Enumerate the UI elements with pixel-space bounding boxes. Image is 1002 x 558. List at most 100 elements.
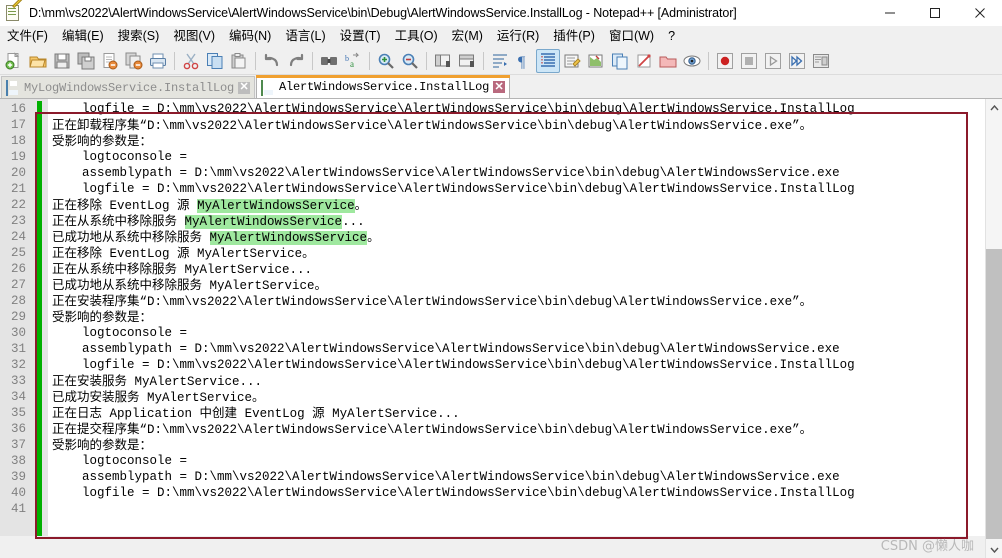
toolbar: b a ¶ <box>0 47 1002 75</box>
code-line[interactable]: logfile = D:\mm\vs2022\AlertWindowsServi… <box>48 357 1002 373</box>
code-line[interactable]: assemblypath = D:\mm\vs2022\AlertWindows… <box>48 469 1002 485</box>
sync-horizontal-scroll-icon[interactable] <box>455 49 479 73</box>
code-line[interactable]: 正在提交程序集“D:\mm\vs2022\AlertWindowsService… <box>48 421 1002 437</box>
menu-plugins[interactable]: 插件(P) <box>546 27 602 46</box>
record-macro-icon[interactable] <box>713 49 737 73</box>
show-all-characters-icon[interactable]: ¶ <box>512 49 536 73</box>
code-line[interactable]: 正在移除 EventLog 源 MyAlertWindowsService。 <box>48 197 1002 213</box>
code-line[interactable]: assemblypath = D:\mm\vs2022\AlertWindows… <box>48 341 1002 357</box>
code-line[interactable]: 已成功地从系统中移除服务 MyAlertService。 <box>48 277 1002 293</box>
code-line[interactable] <box>48 501 1002 517</box>
tab-bar: MyLogWindowsService.InstallLog ✕ AlertWind… <box>0 75 1002 98</box>
undo-icon[interactable] <box>260 49 284 73</box>
code-line[interactable]: assemblypath = D:\mm\vs2022\AlertWindows… <box>48 165 1002 181</box>
code-text-area[interactable]: logfile = D:\mm\vs2022\AlertWindowsServi… <box>48 99 1002 558</box>
zoom-out-icon[interactable] <box>398 49 422 73</box>
save-all-icon[interactable] <box>74 49 98 73</box>
code-line[interactable]: logfile = D:\mm\vs2022\AlertWindowsServi… <box>48 485 1002 501</box>
show-document-map-icon[interactable] <box>584 49 608 73</box>
stop-recording-icon[interactable] <box>737 49 761 73</box>
replace-icon[interactable]: ba <box>341 49 365 73</box>
code-line[interactable]: 正在安装服务 MyAlertService... <box>48 373 1002 389</box>
toolbar-separator <box>312 51 313 70</box>
code-line[interactable]: 受影响的参数是： <box>48 309 1002 325</box>
play-macro-icon[interactable] <box>761 49 785 73</box>
new-file-icon[interactable] <box>2 49 26 73</box>
zoom-in-icon[interactable] <box>374 49 398 73</box>
tab-active[interactable]: AlertWindowsService.InstallLog ✕ <box>256 75 511 98</box>
find-icon[interactable] <box>317 49 341 73</box>
bottom-strip <box>0 536 1002 558</box>
word-wrap-icon[interactable] <box>488 49 512 73</box>
menu-search[interactable]: 搜索(S) <box>111 27 167 46</box>
tab-inactive[interactable]: MyLogWindowsService.InstallLog ✕ <box>1 76 256 98</box>
scroll-down-arrow-icon[interactable] <box>986 541 1002 558</box>
code-line[interactable]: logtoconsole = <box>48 149 1002 165</box>
menu-macro[interactable]: 宏(M) <box>445 27 490 46</box>
copy-icon[interactable] <box>203 49 227 73</box>
scroll-up-arrow-icon[interactable] <box>986 99 1002 116</box>
maximize-button[interactable] <box>912 0 957 26</box>
code-line[interactable]: 正在移除 EventLog 源 MyAlertService。 <box>48 245 1002 261</box>
menu-run[interactable]: 运行(R) <box>490 27 546 46</box>
code-text: logfile = D:\mm\vs2022\AlertWindowsServi… <box>52 182 855 196</box>
code-text: 源 <box>177 197 190 212</box>
open-file-icon[interactable] <box>26 49 50 73</box>
menu-encoding[interactable]: 编码(N) <box>222 27 278 46</box>
paste-icon[interactable] <box>227 49 251 73</box>
save-icon[interactable] <box>50 49 74 73</box>
code-text: 正在日志 <box>52 405 103 420</box>
menu-language[interactable]: 语言(L) <box>278 27 332 46</box>
code-line[interactable]: logfile = D:\mm\vs2022\AlertWindowsServi… <box>48 181 1002 197</box>
monitoring-icon[interactable] <box>680 49 704 73</box>
menu-view[interactable]: 视图(V) <box>166 27 222 46</box>
cut-icon[interactable] <box>179 49 203 73</box>
run-icon[interactable] <box>809 49 833 73</box>
close-all-files-icon[interactable] <box>122 49 146 73</box>
code-line[interactable]: 已成功地从系统中移除服务 MyAlertWindowsService。 <box>48 229 1002 245</box>
editor-area[interactable]: 16 17 18 19 20 21 22 23 24 25 26 27 28 29 30 31 32 33 34 35… <box>0 98 1002 558</box>
code-line[interactable]: 正在日志 Application 中创建 EventLog 源 MyAlertS… <box>48 405 1002 421</box>
print-icon[interactable] <box>146 49 170 73</box>
code-line[interactable]: 受影响的参数是： <box>48 437 1002 453</box>
redo-icon[interactable] <box>284 49 308 73</box>
scrollbar-thumb[interactable] <box>986 249 1002 539</box>
close-button[interactable] <box>957 0 1002 26</box>
folder-as-workspace-icon[interactable] <box>656 49 680 73</box>
vertical-scrollbar[interactable] <box>985 99 1002 558</box>
menu-window[interactable]: 窗口(W) <box>602 27 661 46</box>
code-line[interactable]: 正在从系统中移除服务 MyAlertWindowsService... <box>48 213 1002 229</box>
close-file-icon[interactable] <box>98 49 122 73</box>
code-text: EventLog <box>237 407 313 421</box>
run-macro-multiple-icon[interactable] <box>785 49 809 73</box>
document-switcher-icon[interactable] <box>632 49 656 73</box>
tab-close-icon[interactable]: ✕ <box>238 81 251 94</box>
sync-vertical-scroll-icon[interactable] <box>431 49 455 73</box>
minimize-button[interactable] <box>867 0 912 26</box>
unsaved-change-marker <box>37 101 42 558</box>
user-defined-language-icon[interactable] <box>560 49 584 73</box>
menu-tools[interactable]: 工具(O) <box>388 27 445 46</box>
menu-edit[interactable]: 编辑(E) <box>55 27 111 46</box>
code-line[interactable]: logfile = D:\mm\vs2022\AlertWindowsServi… <box>48 101 1002 117</box>
menu-file[interactable]: 文件(F) <box>0 27 55 46</box>
indent-guide-icon[interactable] <box>536 48 560 73</box>
menu-settings[interactable]: 设置(T) <box>333 27 388 46</box>
code-line[interactable]: logtoconsole = <box>48 453 1002 469</box>
toolbar-separator <box>708 51 709 70</box>
highlighted-token: MyAlertWindowsService <box>184 215 343 229</box>
code-text: logtoconsole = <box>52 454 188 468</box>
code-line[interactable]: 正在安装程序集“D:\mm\vs2022\AlertWindowsService… <box>48 293 1002 309</box>
menu-help[interactable]: ? <box>661 27 682 46</box>
function-list-icon[interactable] <box>608 49 632 73</box>
blue-disk-icon <box>6 80 19 96</box>
line-number: 22 <box>10 198 26 212</box>
code-line[interactable]: logtoconsole = <box>48 325 1002 341</box>
tab-close-icon[interactable]: ✕ <box>493 81 506 93</box>
code-line[interactable]: 受影响的参数是： <box>48 133 1002 149</box>
code-line[interactable]: 正在卸载程序集“D:\mm\vs2022\AlertWindowsService… <box>48 117 1002 133</box>
code-text: 。 <box>367 229 380 244</box>
code-line[interactable]: 已成功安装服务 MyAlertService。 <box>48 389 1002 405</box>
code-line[interactable]: 正在从系统中移除服务 MyAlertService... <box>48 261 1002 277</box>
